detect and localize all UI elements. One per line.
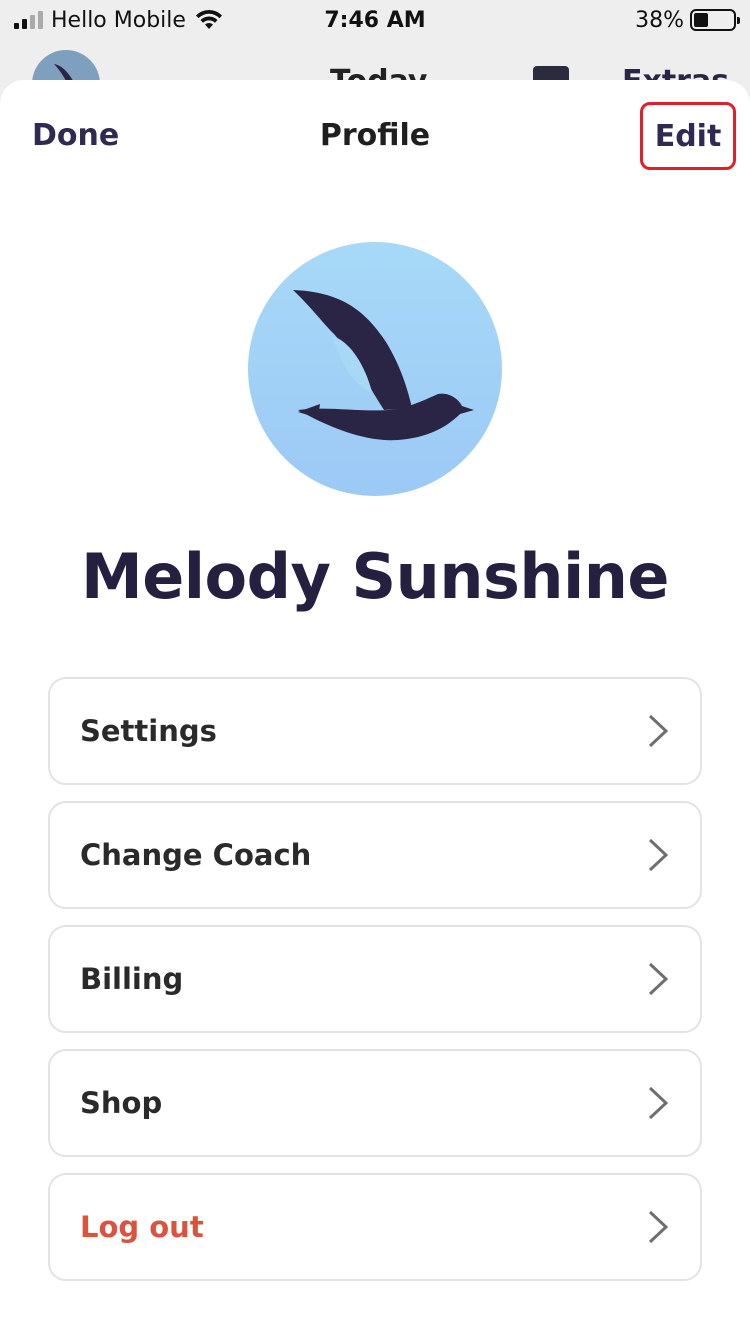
nav-bar: Done Profile Edit — [0, 80, 750, 194]
battery-fill — [694, 13, 709, 27]
carrier-name: Hello Mobile — [51, 7, 186, 33]
menu-item-label: Log out — [80, 1210, 204, 1244]
chevron-right-icon — [648, 838, 669, 872]
status-bar: Hello Mobile 7:46 AM 38% — [0, 0, 750, 40]
menu-item-label: Change Coach — [80, 838, 312, 872]
avatar[interactable] — [248, 242, 502, 496]
menu-item-log-out[interactable]: Log out — [48, 1173, 702, 1281]
bird-logo-icon — [293, 290, 474, 441]
status-right: 38% — [635, 7, 740, 33]
menu-item-change-coach[interactable]: Change Coach — [48, 801, 702, 909]
menu-item-label: Settings — [80, 714, 217, 748]
menu-item-label: Billing — [80, 962, 184, 996]
chevron-right-icon — [648, 1086, 669, 1120]
wifi-icon — [195, 9, 222, 29]
edit-button[interactable]: Edit — [640, 102, 736, 170]
profile-sheet: Done Profile Edit Melody Sunshine Settin… — [0, 80, 750, 1334]
page-title: Profile — [319, 118, 431, 153]
battery-icon — [690, 9, 740, 31]
battery-percent: 38% — [635, 7, 684, 33]
menu-item-settings[interactable]: Settings — [48, 677, 702, 785]
profile-name: Melody Sunshine — [81, 540, 669, 613]
menu-item-shop[interactable]: Shop — [48, 1049, 702, 1157]
chevron-right-icon — [648, 1210, 669, 1244]
cellular-signal-icon — [14, 11, 43, 29]
status-left: Hello Mobile — [14, 8, 224, 33]
chevron-right-icon — [648, 714, 669, 748]
profile-menu: Settings Change Coach Billing Shop Log o… — [48, 677, 702, 1281]
menu-item-billing[interactable]: Billing — [48, 925, 702, 1033]
chevron-right-icon — [648, 962, 669, 996]
menu-item-label: Shop — [80, 1086, 163, 1120]
